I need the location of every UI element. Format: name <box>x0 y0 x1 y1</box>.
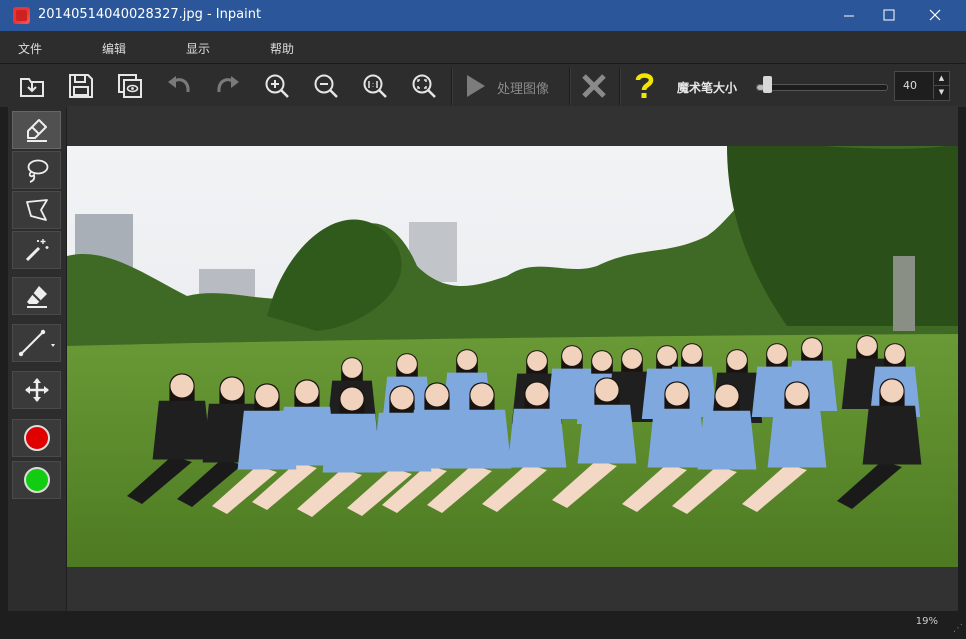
green-swatch <box>23 467 50 493</box>
toolbar-separator <box>619 67 621 105</box>
actual-size-button[interactable] <box>357 68 393 104</box>
redo-button[interactable] <box>210 68 246 104</box>
group-photo-image <box>67 146 958 567</box>
maximize-button[interactable] <box>866 0 912 31</box>
line-tool-button[interactable] <box>12 324 61 362</box>
spin-down-button[interactable]: ▼ <box>933 86 949 99</box>
cancel-icon <box>582 74 606 98</box>
brush-size-slider[interactable] <box>756 84 888 91</box>
lasso-tool-button[interactable] <box>12 151 61 189</box>
spin-up-button[interactable]: ▲ <box>933 72 949 86</box>
title-bar: 20140514040028327.jpg - Inpaint <box>0 0 966 31</box>
zoom-out-button[interactable] <box>308 68 344 104</box>
maximize-icon <box>883 9 895 21</box>
polygon-lasso-tool-button[interactable] <box>12 191 61 229</box>
brush-size-label: 魔术笔大小 <box>677 81 738 95</box>
resize-grip-icon[interactable]: ⋰ <box>953 623 963 634</box>
help-icon <box>635 73 654 98</box>
zoom-out-icon <box>314 74 338 98</box>
status-bar: 19% ⋰ <box>0 611 966 639</box>
polygon-lasso-icon <box>25 199 48 221</box>
close-button[interactable] <box>912 0 958 31</box>
app-icon <box>13 7 30 24</box>
zoom-in-button[interactable] <box>259 68 295 104</box>
move-tool-button[interactable] <box>12 371 61 409</box>
brush-size-slider-handle[interactable] <box>763 76 772 93</box>
menu-help[interactable]: 帮助 <box>270 40 294 57</box>
tool-sidebar <box>8 106 66 611</box>
menu-bar: 文件 编辑 显示 帮助 <box>0 31 966 63</box>
undo-button[interactable] <box>161 68 197 104</box>
process-label[interactable]: 处理图像 <box>497 78 549 97</box>
remove-color-button[interactable] <box>12 419 61 457</box>
toolbar-separator <box>569 67 571 105</box>
process-button[interactable] <box>457 68 493 104</box>
menu-view[interactable]: 显示 <box>186 40 210 57</box>
open-icon <box>20 78 44 97</box>
fit-button[interactable] <box>406 68 442 104</box>
play-icon <box>467 75 485 97</box>
save-icon <box>69 74 93 98</box>
move-icon <box>24 378 49 402</box>
toolbar: 处理图像 魔术笔大小 40 ▲ ▼ <box>0 63 966 107</box>
save-as-icon <box>118 74 142 98</box>
lasso-icon <box>27 159 48 183</box>
close-icon <box>929 9 941 21</box>
keep-color-button[interactable] <box>12 461 61 499</box>
window-title: 20140514040028327.jpg - Inpaint <box>38 7 262 22</box>
open-button[interactable] <box>14 68 50 104</box>
image-canvas[interactable] <box>67 146 958 567</box>
menu-edit[interactable]: 编辑 <box>102 40 126 57</box>
help-button[interactable] <box>626 68 662 104</box>
redo-icon <box>217 76 239 93</box>
brush-size-spinbox[interactable]: 40 ▲ ▼ <box>894 71 950 101</box>
menu-file[interactable]: 文件 <box>18 40 42 57</box>
magic-wand-tool-button[interactable] <box>12 231 61 269</box>
actual-size-icon <box>363 74 387 98</box>
fit-icon <box>412 74 436 98</box>
eraser-icon <box>26 286 47 308</box>
undo-icon <box>168 76 190 93</box>
cancel-button[interactable] <box>576 68 612 104</box>
save-as-button[interactable] <box>112 68 148 104</box>
line-icon <box>18 329 55 357</box>
zoom-in-icon <box>265 74 289 98</box>
save-button[interactable] <box>63 68 99 104</box>
toolbar-separator <box>451 67 453 105</box>
eraser-tool-button[interactable] <box>12 277 61 315</box>
red-swatch <box>23 425 50 451</box>
zoom-level: 19% <box>915 616 938 627</box>
marker-tool-button[interactable] <box>12 111 61 149</box>
magic-wand-icon <box>25 239 48 262</box>
marker-icon <box>26 119 47 142</box>
brush-size-value[interactable]: 40 <box>903 79 917 92</box>
